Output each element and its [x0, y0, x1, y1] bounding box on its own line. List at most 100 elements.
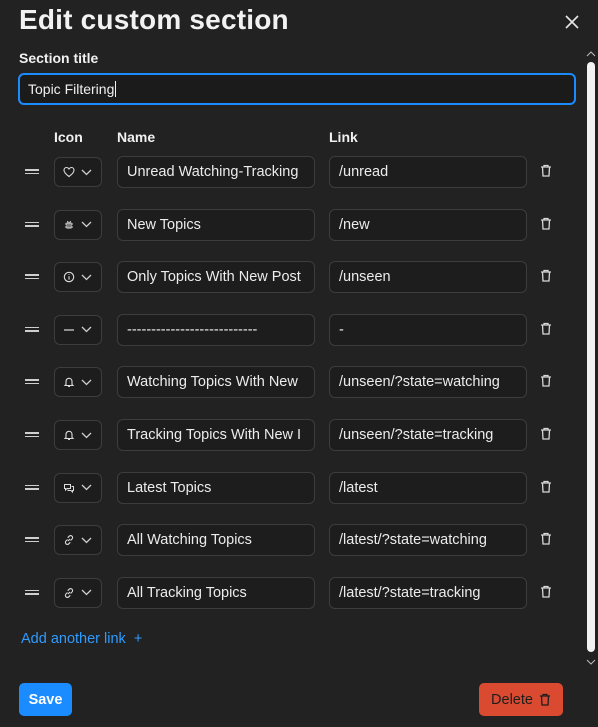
delete-row-button[interactable]	[540, 164, 556, 180]
trash-icon	[541, 585, 551, 598]
scrollbar-thumb[interactable]	[587, 62, 595, 652]
link-url-input[interactable]: /unseen	[329, 261, 527, 294]
drag-handle-icon[interactable]	[25, 535, 39, 547]
link-url-input[interactable]: /unseen/?state=watching	[329, 366, 527, 399]
link-row: Tracking Topics With New I/unseen/?state…	[0, 419, 580, 453]
link-row: New Topics/new	[0, 208, 580, 243]
chevron-down-icon	[81, 484, 92, 491]
link-url-input[interactable]: /latest/?state=tracking	[329, 576, 527, 609]
icon-select[interactable]	[54, 420, 102, 450]
drag-handle-icon[interactable]	[25, 377, 39, 389]
link-url-input[interactable]: /unread	[329, 156, 527, 188]
info-icon	[63, 271, 75, 283]
chevron-down-icon	[81, 326, 92, 333]
save-button[interactable]: Save	[19, 683, 72, 716]
icon-select[interactable]	[54, 577, 102, 608]
delete-row-button[interactable]	[540, 322, 556, 338]
trash-icon	[541, 375, 551, 388]
icon-select[interactable]	[54, 157, 102, 187]
section-title-label: Section title	[19, 50, 99, 66]
scroll-up-arrow-icon	[586, 51, 596, 57]
edit-section-modal: Edit custom section Section title Topic …	[0, 0, 598, 727]
section-title-input[interactable]: Topic Filtering	[18, 73, 576, 105]
link-row: All Tracking Topics/latest/?state=tracki…	[0, 576, 580, 611]
minus-icon	[64, 329, 74, 331]
link-row: All Watching Topics/latest/?state=watchi…	[0, 524, 580, 558]
delete-row-button[interactable]	[540, 269, 556, 285]
trash-icon	[541, 322, 551, 335]
delete-button[interactable]: Delete	[479, 683, 563, 716]
scroll-down-arrow-icon	[586, 659, 596, 665]
icon-select[interactable]	[54, 472, 102, 503]
close-button[interactable]	[560, 10, 584, 34]
link-url-input[interactable]: /new	[329, 208, 527, 241]
chevron-down-icon	[81, 537, 92, 544]
name-column-header: Name	[117, 129, 156, 145]
link-name-input[interactable]: Only Topics With New Post	[117, 261, 315, 294]
link-icon	[64, 535, 74, 546]
link-column-header: Link	[329, 129, 358, 145]
link-name-input[interactable]: Latest Topics	[117, 471, 315, 504]
heart-icon	[63, 166, 75, 178]
link-name-input[interactable]: ---------------------------	[117, 313, 315, 346]
trash-icon	[539, 693, 550, 706]
trash-icon	[541, 164, 551, 177]
icon-select[interactable]	[54, 262, 102, 293]
chevron-down-icon	[81, 221, 92, 228]
link-name-input[interactable]: All Tracking Topics	[117, 576, 315, 609]
add-link-label: Add another link	[21, 631, 126, 647]
link-row: --------------------------- -	[0, 313, 580, 348]
chevron-down-icon	[81, 379, 92, 386]
link-row: Unread Watching-Tracking/unread	[0, 156, 580, 190]
link-url-input[interactable]: /unseen/?state=tracking	[329, 419, 527, 451]
link-row: Only Topics With New Post/unseen	[0, 261, 580, 295]
trash-icon	[541, 533, 551, 545]
trash-icon	[541, 427, 551, 440]
delete-label: Delete	[491, 691, 533, 708]
icon-select[interactable]	[54, 314, 102, 345]
drag-handle-icon[interactable]	[25, 325, 39, 337]
link-name-input[interactable]: All Watching Topics	[117, 524, 315, 557]
drag-handle-icon[interactable]	[25, 272, 39, 284]
drag-handle-icon[interactable]	[25, 483, 39, 495]
link-url-input[interactable]: /latest/?state=watching	[329, 524, 527, 557]
modal-title: Edit custom section	[19, 4, 289, 35]
delete-row-button[interactable]	[540, 217, 556, 233]
chevron-down-icon	[81, 169, 92, 175]
delete-row-button[interactable]	[540, 374, 556, 390]
close-icon	[565, 15, 579, 29]
link-name-input[interactable]: Watching Topics With New	[117, 366, 315, 399]
section-title-value: Topic Filtering	[28, 81, 115, 97]
link-url-input[interactable]: -	[329, 313, 527, 346]
drag-handle-icon[interactable]	[25, 588, 39, 600]
add-another-link-button[interactable]: Add another link +	[21, 631, 142, 647]
icon-select[interactable]	[54, 525, 102, 556]
link-name-input[interactable]: Tracking Topics With New I	[117, 419, 315, 451]
trash-icon	[541, 270, 551, 282]
icon-select[interactable]	[54, 209, 102, 240]
scrollbar[interactable]	[585, 48, 597, 668]
drag-handle-icon[interactable]	[25, 220, 39, 232]
icon-column-header: Icon	[54, 129, 83, 145]
link-name-input[interactable]: Unread Watching-Tracking	[117, 156, 315, 188]
trash-icon	[541, 217, 551, 230]
delete-row-button[interactable]	[540, 585, 556, 601]
chevron-down-icon	[81, 432, 92, 438]
drag-handle-icon[interactable]	[25, 167, 39, 179]
link-name-input[interactable]: New Topics	[117, 208, 315, 241]
drag-handle-icon[interactable]	[25, 430, 39, 442]
bug-icon	[65, 220, 73, 229]
delete-row-button[interactable]	[540, 480, 556, 496]
plus-icon: +	[133, 631, 143, 647]
bell-icon	[63, 378, 75, 388]
chevron-down-icon	[81, 589, 92, 596]
bell-icon	[63, 430, 75, 441]
link-row: Watching Topics With New/unseen/?state=w…	[0, 366, 580, 400]
delete-row-button[interactable]	[540, 427, 556, 443]
icon-select[interactable]	[54, 367, 102, 398]
link-url-input[interactable]: /latest	[329, 471, 527, 504]
trash-icon	[541, 480, 551, 493]
delete-row-button[interactable]	[540, 532, 556, 548]
comments-icon	[64, 483, 74, 493]
link-icon	[64, 587, 74, 598]
